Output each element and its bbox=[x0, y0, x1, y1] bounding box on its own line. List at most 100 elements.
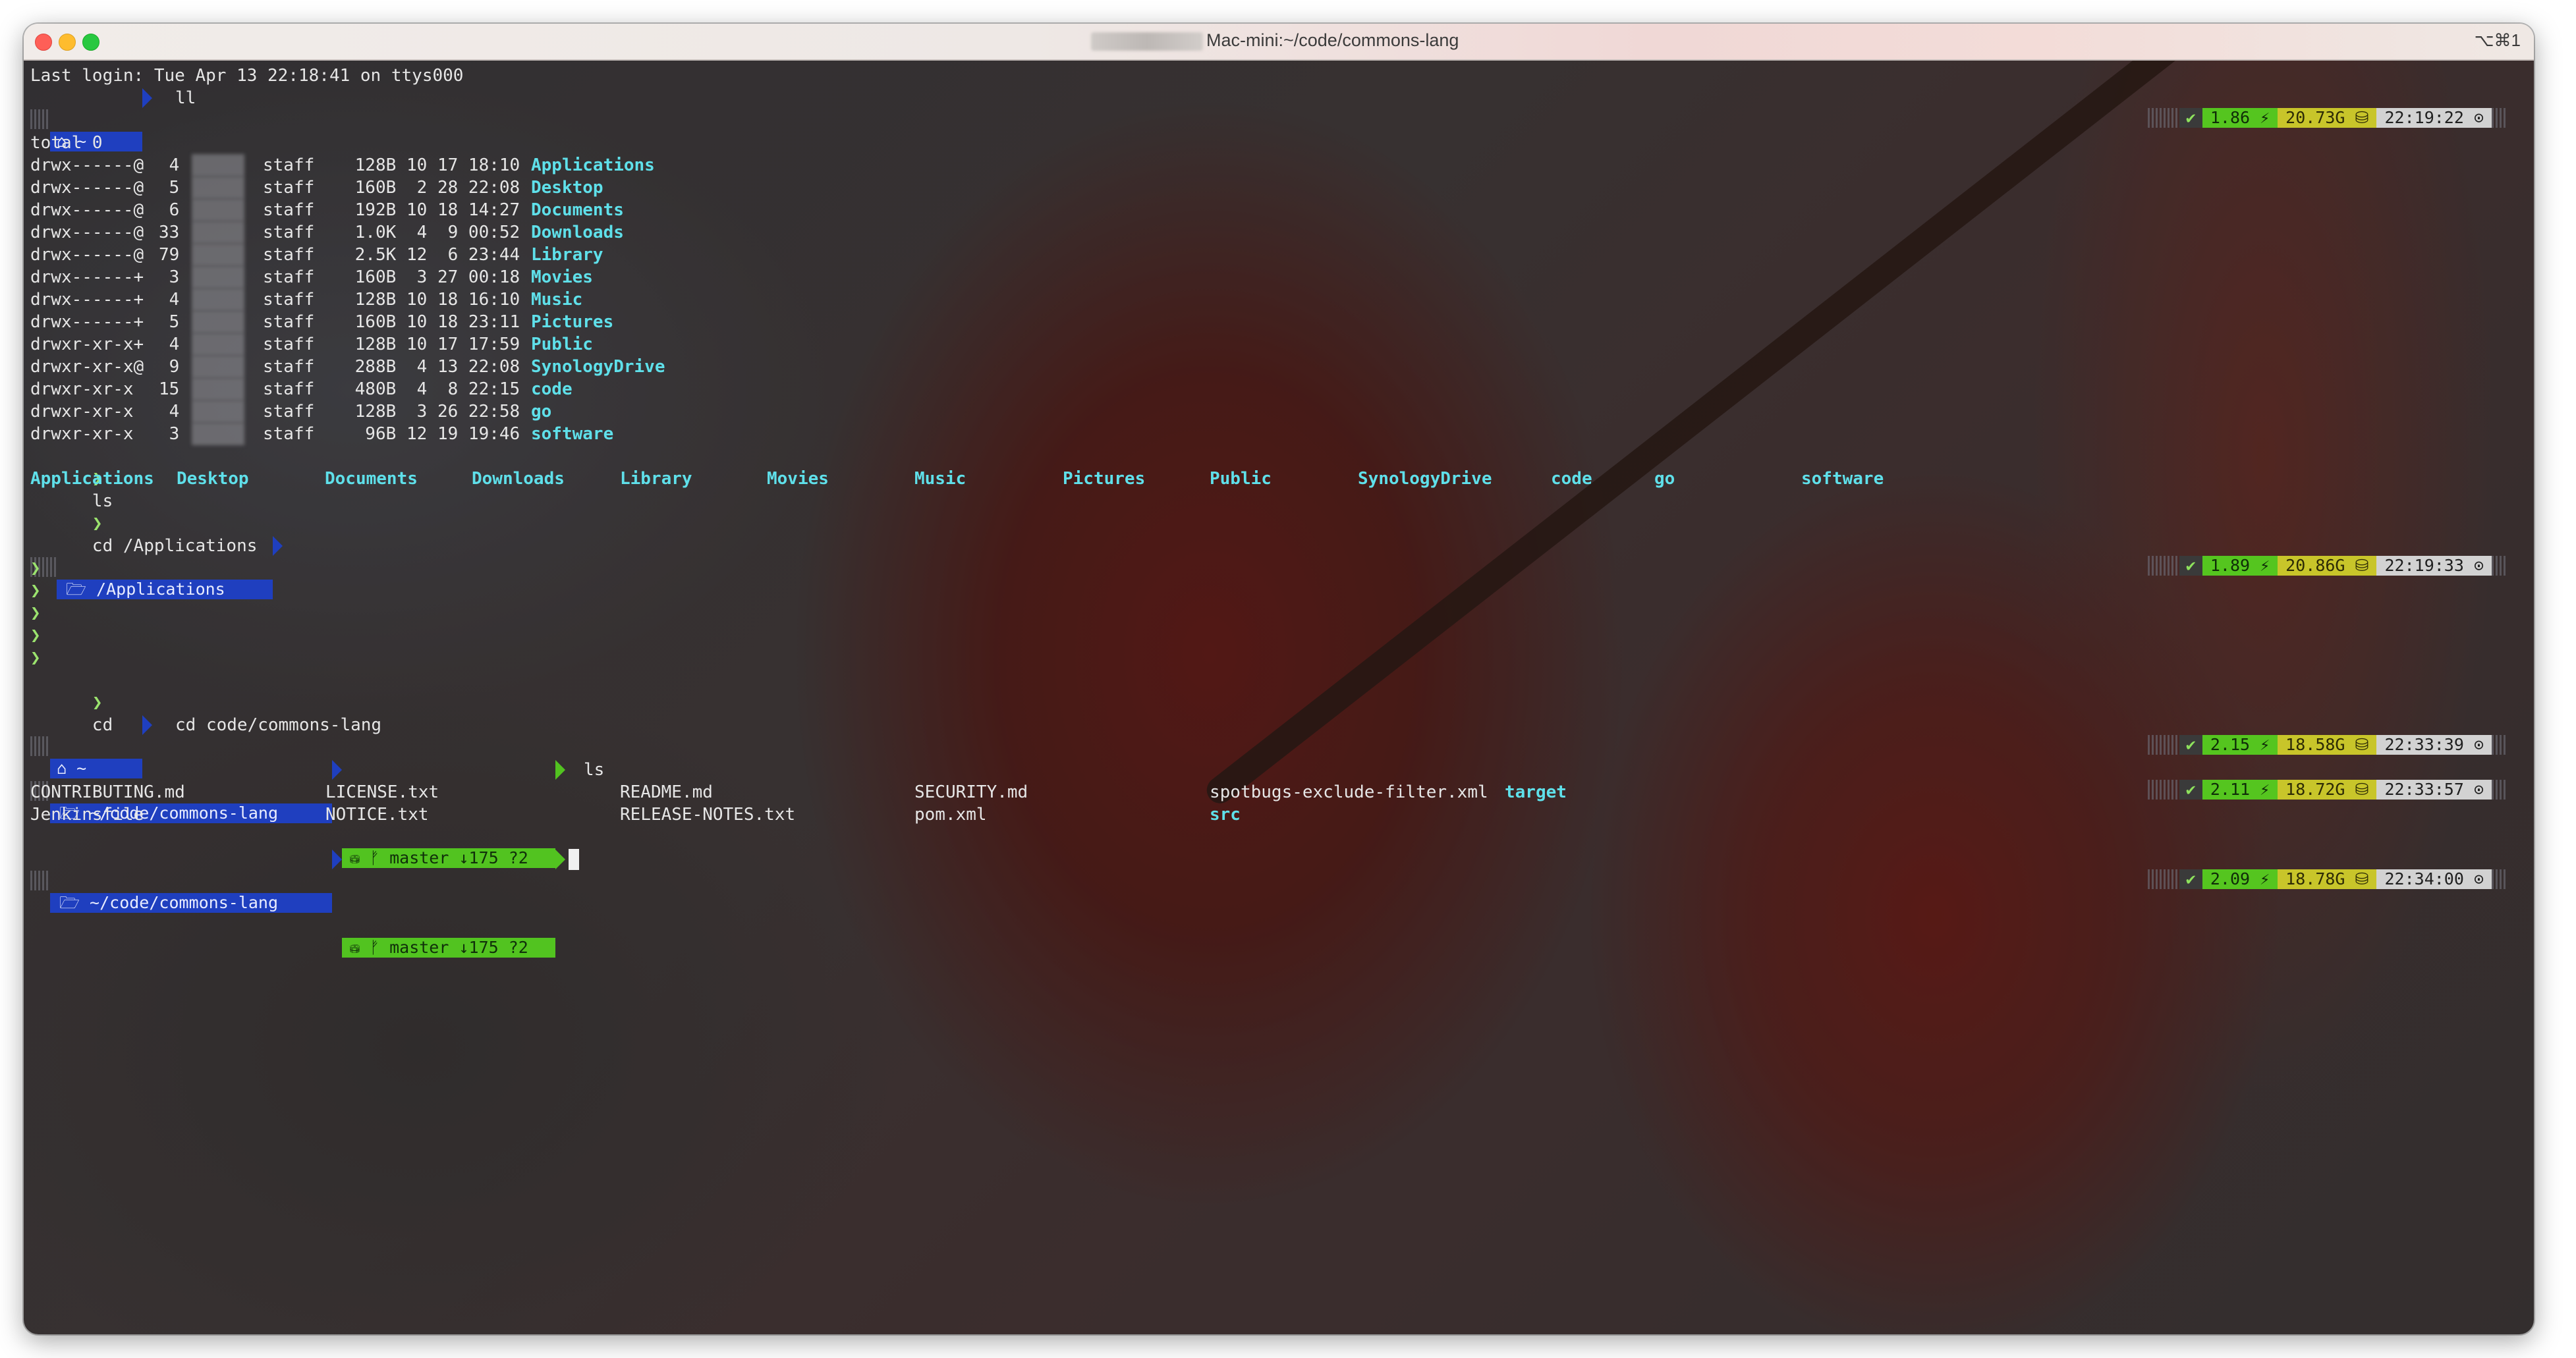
group: staff bbox=[263, 335, 315, 354]
terminal-content[interactable]: Last login: Tue Apr 13 22:18:41 on ttys0… bbox=[24, 61, 2534, 1334]
ls-entry: Library bbox=[620, 469, 692, 489]
link-count: 6 bbox=[159, 200, 180, 220]
file-entry: SECURITY.md bbox=[914, 782, 1028, 802]
ll-row: drwx------+ 4 staff 128B 10 18 16:10 Music bbox=[24, 288, 2534, 311]
file-size: 2.5K bbox=[345, 245, 397, 265]
status-prompt: ✔ 1.89 ⚡ 20.86G ⛁ 22:19:33 ⊙ bbox=[2147, 556, 2507, 576]
title-bar[interactable]: Mac-mini:~/code/commons-lang ⌥⌘1 bbox=[24, 24, 2534, 61]
clock-time: 22:19:22 ⊙ bbox=[2376, 108, 2492, 128]
group: staff bbox=[263, 290, 315, 310]
file-size: 128B bbox=[345, 290, 397, 310]
memory-usage: 18.72G ⛁ bbox=[2278, 780, 2377, 800]
close-button[interactable] bbox=[35, 34, 52, 51]
ll-row: drwx------@ 5 staff 160B 2 28 22:08 Deskto… bbox=[24, 177, 2534, 199]
link-count: 15 bbox=[159, 379, 180, 399]
link-count: 5 bbox=[159, 178, 180, 198]
clock-time: 22:33:57 ⊙ bbox=[2376, 780, 2492, 800]
group: staff bbox=[263, 312, 315, 332]
group: staff bbox=[263, 402, 315, 421]
redacted-owner bbox=[192, 356, 244, 378]
link-count: 4 bbox=[159, 155, 180, 175]
file-entry: LICENSE.txt bbox=[325, 782, 439, 802]
redacted-owner bbox=[192, 423, 244, 445]
directory-name: Music bbox=[531, 290, 583, 310]
prompt-line: 🗁 ~/code/commons-lang ⛁ ᚠ master ↓175 ?2… bbox=[24, 759, 2534, 868]
group: staff bbox=[263, 178, 315, 198]
memory-usage: 18.78G ⛁ bbox=[2278, 869, 2377, 889]
group: staff bbox=[263, 379, 315, 399]
ll-row: drwx------@ 6 staff 192B 10 18 14:27 Docume… bbox=[24, 199, 2534, 221]
exit-status-icon: ✔ bbox=[2179, 869, 2202, 889]
redacted-owner bbox=[192, 288, 244, 311]
group: staff bbox=[263, 357, 315, 377]
status-prompt: ✔ 2.11 ⚡ 18.72G ⛁ 22:33:57 ⊙ bbox=[2147, 780, 2507, 800]
redacted-owner bbox=[192, 311, 244, 333]
ls-entry: Downloads bbox=[472, 469, 565, 489]
directory-name: Applications bbox=[531, 155, 655, 175]
load-average: 1.89 ⚡ bbox=[2202, 556, 2278, 576]
directory-prompt: 🗁 /Applications bbox=[57, 580, 273, 599]
ls-entry: Desktop bbox=[177, 469, 249, 489]
link-count: 4 bbox=[159, 335, 180, 354]
ll-row: drwxr-xr-x@ 9 staff 288B 4 13 22:08 Synolo… bbox=[24, 356, 2534, 378]
modified-date: 10 18 14:27 bbox=[406, 200, 520, 220]
git-status: ⛁ ᚠ master ↓175 ?2 bbox=[342, 938, 555, 958]
ll-row: drwxr-xr-x 4 staff 128B 3 26 22:58 go bbox=[24, 400, 2534, 423]
file-entry: target bbox=[1505, 782, 1567, 802]
file-size: 128B bbox=[345, 402, 397, 421]
file-entry: Jenkinsfile bbox=[30, 805, 144, 825]
ls-entry: Music bbox=[914, 469, 966, 489]
permissions: drwx------@ bbox=[30, 155, 144, 175]
file-size: 160B bbox=[345, 267, 397, 287]
directory-name: software bbox=[531, 424, 614, 444]
directory-prompt: 🗁 ~/code/commons-lang bbox=[50, 893, 332, 913]
modified-date: 2 28 22:08 bbox=[406, 178, 520, 198]
file-size: 192B bbox=[345, 200, 397, 220]
directory-name: SynologyDrive bbox=[531, 357, 665, 377]
file-entry: NOTICE.txt bbox=[325, 805, 429, 825]
exit-status-icon: ✔ bbox=[2179, 780, 2202, 800]
directory-name: Movies bbox=[531, 267, 593, 287]
modified-date: 10 17 18:10 bbox=[406, 155, 520, 175]
ls-entry: code bbox=[1551, 469, 1592, 489]
permissions: drwx------@ bbox=[30, 223, 144, 242]
ls-output: Applications Desktop Documents Downloads Lib… bbox=[24, 468, 2534, 490]
load-average: 2.11 ⚡ bbox=[2202, 780, 2278, 800]
link-count: 3 bbox=[159, 267, 180, 287]
group: staff bbox=[263, 267, 315, 287]
file-entry: RELEASE-NOTES.txt bbox=[620, 805, 796, 825]
group: staff bbox=[263, 223, 315, 242]
load-average: 1.86 ⚡ bbox=[2202, 108, 2278, 128]
memory-usage: 20.86G ⛁ bbox=[2278, 556, 2377, 576]
text-cursor[interactable] bbox=[569, 849, 579, 870]
group: staff bbox=[263, 245, 315, 265]
prompt-line: ❯ ls bbox=[30, 445, 113, 511]
redacted-owner bbox=[192, 154, 244, 177]
directory-name: Library bbox=[531, 245, 603, 265]
ls-entry: Pictures bbox=[1063, 469, 1146, 489]
redacted-owner bbox=[192, 177, 244, 199]
permissions: drwx------+ bbox=[30, 312, 144, 332]
clock-time: 22:34:00 ⊙ bbox=[2376, 869, 2492, 889]
modified-date: 4 8 22:15 bbox=[406, 379, 520, 399]
terminal-window[interactable]: Mac-mini:~/code/commons-lang ⌥⌘1 Last lo… bbox=[24, 24, 2534, 1334]
load-average: 2.09 ⚡ bbox=[2202, 869, 2278, 889]
permissions: drwxr-xr-x bbox=[30, 402, 144, 421]
redacted-owner bbox=[192, 199, 244, 221]
clock-time: 22:33:39 ⊙ bbox=[2376, 735, 2492, 755]
maximize-button[interactable] bbox=[82, 34, 99, 51]
group: staff bbox=[263, 155, 315, 175]
status-prompt: ✔ 2.15 ⚡ 18.58G ⛁ 22:33:39 ⊙ bbox=[2147, 735, 2507, 755]
link-count: 4 bbox=[159, 402, 180, 421]
permissions: drwxr-xr-x+ bbox=[30, 335, 144, 354]
file-entry: src bbox=[1210, 805, 1241, 825]
file-entry: CONTRIBUTING.md bbox=[30, 782, 185, 802]
file-size: 160B bbox=[345, 178, 397, 198]
minimize-button[interactable] bbox=[59, 34, 76, 51]
link-count: 9 bbox=[159, 357, 180, 377]
file-size: 128B bbox=[345, 335, 397, 354]
permissions: drwx------+ bbox=[30, 267, 144, 287]
status-prompt: ✔ 1.86 ⚡ 20.73G ⛁ 22:19:22 ⊙ bbox=[2147, 108, 2507, 128]
window-title: Mac-mini:~/code/commons-lang bbox=[1206, 30, 1459, 50]
ls-entry: Movies bbox=[767, 469, 829, 489]
